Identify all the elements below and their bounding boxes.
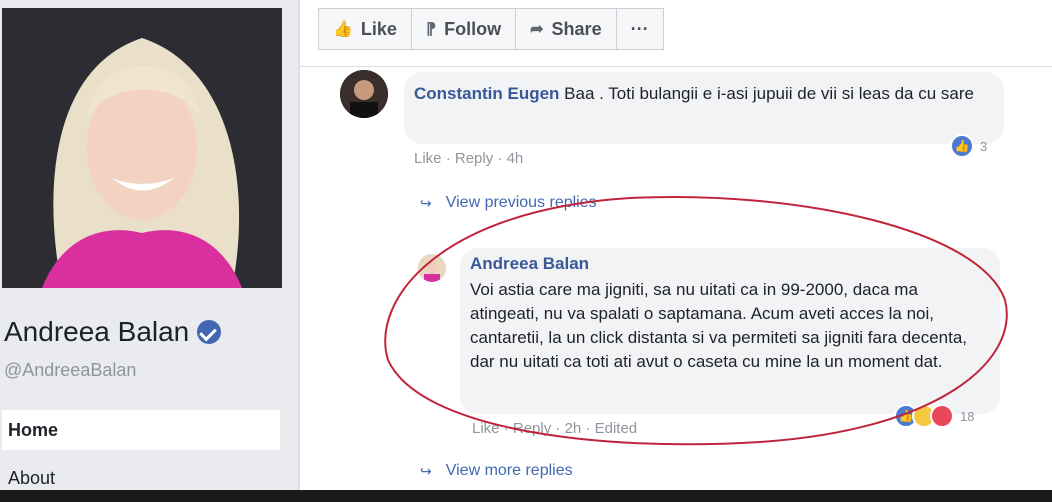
rss-icon: ⁋ [425, 21, 437, 38]
reaction-summary[interactable]: 👍 3 [950, 134, 987, 158]
verified-badge-icon [197, 320, 222, 344]
comment-meta: Like · Reply · 4h [414, 150, 524, 167]
separator-line [300, 66, 1052, 67]
highlight-circle-annotation [384, 196, 1008, 446]
more-options-label: ··· [630, 18, 649, 39]
more-options-button[interactable]: ··· [615, 8, 664, 50]
share-arrow-icon: ➦ [530, 21, 544, 38]
share-label: Share [551, 18, 602, 39]
comment-bubble: Constantin Eugen Baa . Toti bulangii e i… [404, 72, 1004, 144]
bottom-edge-bar [0, 490, 1052, 502]
comment-timestamp[interactable]: 4h [507, 150, 524, 167]
profile-photo[interactable] [2, 8, 282, 288]
nav-home[interactable]: Home [2, 410, 280, 450]
view-more-replies-link[interactable]: ↪ View more replies [420, 462, 573, 480]
profile-sidebar: Andreea Balan @AndreeaBalan Home About [0, 0, 300, 502]
share-button[interactable]: ➦ Share [515, 8, 617, 50]
like-page-button[interactable]: 👍 Like [318, 8, 412, 50]
profile-name-text: Andreea Balan [4, 316, 190, 347]
profile-handle[interactable]: @AndreeaBalan [4, 360, 136, 381]
comment-author-link[interactable]: Constantin Eugen [414, 84, 559, 103]
view-more-replies-label: View more replies [445, 462, 573, 479]
avatar[interactable] [340, 70, 388, 118]
like-page-label: Like [360, 18, 397, 39]
profile-name[interactable]: Andreea Balan [4, 316, 222, 348]
like-reaction-icon: 👍 [950, 134, 974, 158]
comment-body: Baa . Toti bulangii e i-asi jupuii de vi… [559, 84, 974, 103]
reply-arrow-icon: ↪ [420, 462, 432, 479]
comment-text: Constantin Eugen Baa . Toti bulangii e i… [414, 82, 989, 106]
follow-button[interactable]: ⁋ Follow [410, 8, 517, 50]
follow-label: Follow [444, 18, 502, 39]
comment-reply-link[interactable]: Reply [455, 150, 493, 167]
thumbs-up-icon: 👍 [333, 21, 353, 38]
reaction-count: 3 [980, 138, 988, 154]
comment-like-link[interactable]: Like [414, 150, 442, 167]
page-action-bar: 👍 Like ⁋ Follow ➦ Share ··· [318, 8, 664, 50]
